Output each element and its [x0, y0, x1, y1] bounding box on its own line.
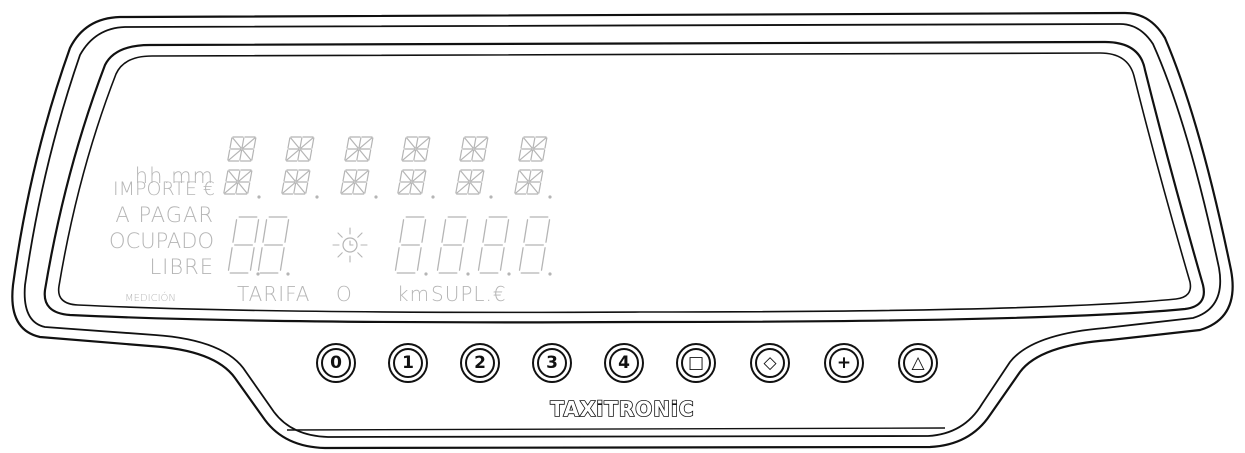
km-point-2 — [466, 272, 470, 276]
button-2[interactable]: 2 — [460, 343, 500, 383]
lower-digit-4 — [397, 169, 427, 195]
km-digit-2 — [436, 216, 469, 274]
decimal-point-6 — [548, 195, 552, 199]
km-point-3 — [507, 272, 511, 276]
lower-digit-5 — [455, 169, 485, 195]
button-triangle[interactable]: △ — [898, 343, 938, 383]
label-medicion: MEDICIÓN — [125, 293, 176, 304]
button-triangle-symbol: △ — [903, 348, 933, 378]
upper-digit-4 — [401, 136, 431, 162]
lower-digit-3 — [340, 169, 370, 195]
decimal-point-5 — [489, 195, 493, 199]
upper-digit-5 — [459, 136, 489, 162]
button-plus-symbol: + — [829, 348, 859, 378]
tarifa-point-1 — [256, 272, 260, 276]
button-4[interactable]: 4 — [604, 343, 644, 383]
km-point-4 — [548, 272, 552, 276]
button-square-symbol: □ — [681, 348, 711, 378]
lower-digit-1 — [223, 169, 253, 195]
decimal-point-2 — [315, 195, 319, 199]
tarifa-digit-1 — [227, 216, 260, 274]
label-km: km — [397, 282, 431, 306]
upper-digit-1 — [227, 136, 257, 162]
label-libre: LIBRE — [149, 255, 214, 279]
button-0-symbol: 0 — [321, 348, 351, 378]
button-diamond[interactable]: ◇ — [750, 343, 790, 383]
upper-digit-6 — [518, 136, 548, 162]
decimal-point-4 — [431, 195, 435, 199]
button-diamond-symbol: ◇ — [755, 348, 785, 378]
button-3-symbol: 3 — [537, 348, 567, 378]
decimal-point-3 — [374, 195, 378, 199]
button-square[interactable]: □ — [676, 343, 716, 383]
brand-logo: TAXiTRONiC — [550, 396, 695, 422]
upper-digit-2 — [285, 136, 315, 162]
button-1-symbol: 1 — [393, 348, 423, 378]
upper-digit-3 — [344, 136, 374, 162]
label-a-pagar: A PAGAR — [115, 203, 214, 227]
km-digit-4 — [518, 216, 551, 274]
label-tarifa-o: O — [336, 282, 353, 306]
km-point-1 — [424, 272, 428, 276]
button-4-symbol: 4 — [609, 348, 639, 378]
label-supl: SUPL.€ — [431, 282, 507, 306]
decimal-point-1 — [257, 195, 261, 199]
tarifa-digit-2 — [257, 216, 290, 274]
clock-sun-icon — [332, 227, 368, 263]
taximeter-device: hh.mm IMPORTE € A PAGAR OCUPADO LIBRE ME… — [0, 0, 1245, 453]
button-0[interactable]: 0 — [316, 343, 356, 383]
button-3[interactable]: 3 — [532, 343, 572, 383]
label-ocupado: OCUPADO — [109, 229, 214, 253]
lower-digit-6 — [514, 169, 544, 195]
button-row: 0 1 2 3 4 □ ◇ + △ — [0, 340, 1245, 386]
label-importe: IMPORTE € — [113, 178, 215, 200]
km-digit-1 — [394, 216, 427, 274]
label-tarifa: TARIFA — [237, 282, 311, 306]
lower-digit-2 — [281, 169, 311, 195]
km-digit-3 — [477, 216, 510, 274]
button-plus[interactable]: + — [824, 343, 864, 383]
button-2-symbol: 2 — [465, 348, 495, 378]
button-1[interactable]: 1 — [388, 343, 428, 383]
tarifa-point-2 — [286, 272, 290, 276]
